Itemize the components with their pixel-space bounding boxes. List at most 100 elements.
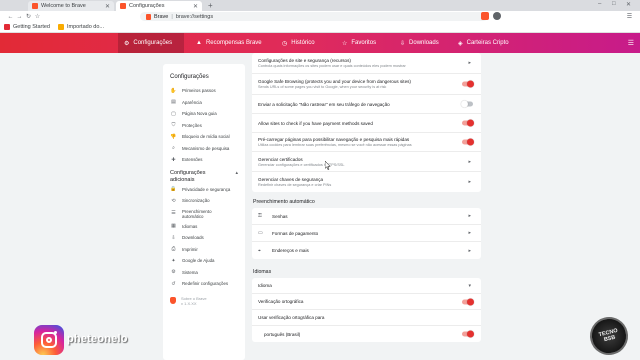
settings-row-safe-browsing[interactable]: Google Safe Browsing (protects you and y… (252, 74, 481, 95)
row-label: Idioma (258, 283, 272, 288)
shield-icon: ⛉ (171, 122, 176, 129)
settings-row-do-not-track[interactable]: Enviar a solicitação "Não rastrear" em s… (252, 95, 481, 114)
advanced-label-line1: Configurações (170, 169, 206, 176)
hamburger-menu-icon[interactable]: ☰ (628, 39, 634, 47)
brave-shields-icon[interactable] (481, 12, 489, 20)
sidebar-item-preenchimento[interactable]: ☰ Preenchimento automático (170, 207, 238, 221)
toggle-switch[interactable] (462, 119, 474, 127)
tab-welcome[interactable]: Welcome to Brave ✕ (28, 1, 114, 11)
settings-row-payment[interactable]: ▭ Formas de pagamento ▸ (252, 225, 481, 242)
search-icon: ⌕ (172, 145, 175, 152)
nav-configuracoes[interactable]: ⚙ Configurações (118, 33, 184, 53)
sidebar-item-label: Idiomas (182, 223, 198, 229)
settings-row-site-settings[interactable]: Configurações de site e segurança (recur… (252, 53, 481, 74)
nav-favoritos[interactable]: ☆ Favoritos (336, 33, 382, 53)
settings-row-spellcheck-for: Usar verificação ortográfica para (252, 310, 481, 326)
toggle-switch[interactable] (462, 138, 474, 146)
address-separator: | (171, 13, 173, 20)
sidebar-item-sincronizacao[interactable]: ⟲ Sincronização (170, 195, 238, 207)
nav-historico[interactable]: ◷ Histórico (276, 33, 321, 53)
sidebar-item-ajuda[interactable]: ✦ Google de Ajuda (170, 255, 238, 267)
close-icon[interactable]: ✕ (105, 3, 110, 10)
settings-row-security-keys[interactable]: Gerenciar chaves de segurança Redefinir … (252, 172, 481, 192)
sidebar-item-label: Sistema (182, 269, 198, 275)
toggle-knob (467, 298, 474, 305)
bookmark-icon[interactable]: ☆ (33, 13, 42, 20)
nav-recompensas[interactable]: ▲ Recompensas Brave (190, 33, 268, 53)
sidebar-item-idiomas[interactable]: ▦ Idiomas (170, 221, 238, 233)
advanced-label: Configurações adicionais (170, 170, 205, 184)
settings-row-addresses[interactable]: ⌖ Endereços e mais ▸ (252, 242, 481, 259)
privacy-card: Configurações de site e segurança (recur… (252, 53, 481, 192)
sidebar-item-pesquisa[interactable]: ⌕ Mecanismo de pesquisa (170, 143, 238, 155)
sidebar-advanced-toggle[interactable]: Configurações adicionais ▴ (170, 170, 238, 184)
row-label: Senhas (272, 213, 288, 219)
settings-row-certificates[interactable]: Gerenciar certificados Gerenciar configu… (252, 152, 481, 172)
close-window-button[interactable]: ✕ (626, 1, 631, 8)
forward-icon[interactable]: → (15, 14, 24, 20)
address-bar[interactable]: Brave | brave://settings (140, 12, 488, 21)
toggle-switch[interactable] (462, 80, 474, 88)
lock-icon: 🔒 (170, 186, 177, 193)
card-icon: ▭ (258, 230, 263, 236)
bookmark-label: Importado do... (67, 24, 104, 30)
wallet-icon: ◈ (458, 40, 463, 47)
sidebar-item-label: Downloads (182, 235, 204, 241)
sidebar-item-privacidade[interactable]: 🔒 Privacidade e segurança (170, 184, 238, 196)
toggle-switch[interactable] (462, 330, 474, 338)
back-icon[interactable]: ← (6, 14, 15, 20)
menu-icon[interactable]: ☰ (625, 13, 634, 20)
new-tab-button[interactable]: + (208, 1, 213, 11)
sidebar-item-label: Preenchimento automático (182, 209, 212, 219)
logo-lens (46, 337, 52, 343)
triangle-icon: ▲ (196, 40, 202, 46)
sidebar-item-primeiros-passos[interactable]: ✋ Primeiros passos (170, 85, 238, 97)
sidebar-item-label: Página Nova guia (182, 111, 217, 117)
system-icon: ⚙ (171, 269, 176, 276)
sidebar-item-imprimir[interactable]: ⎙ Imprimir (170, 244, 238, 256)
settings-row-payment-methods[interactable]: Allow sites to check if you have payment… (252, 114, 481, 133)
nav-downloads[interactable]: ⇩ Downloads (394, 33, 445, 53)
minimize-button[interactable]: – (598, 1, 601, 7)
sidebar-item-redefinir[interactable]: ↺ Redefinir configurações (170, 278, 238, 290)
tab-configuracoes[interactable]: Configurações ✕ (116, 1, 202, 11)
settings-favicon-icon (120, 3, 126, 9)
sidebar-about[interactable]: Sobre o Brave v 1.X.XX (170, 296, 238, 306)
tab-label: Configurações (129, 3, 165, 9)
sidebar-item-aparencia[interactable]: ▤ Aparência (170, 97, 238, 109)
sidebar-item-extensoes[interactable]: ✚ Extensões (170, 154, 238, 166)
sidebar-item-protecoes[interactable]: ⛉ Proteções (170, 120, 238, 132)
key-icon: ⚿ (258, 213, 262, 219)
settings-row-preload-pages[interactable]: Pré-carregar páginas para possibilitar n… (252, 133, 481, 152)
row-label: Configurações de site e segurança (recur… (258, 58, 351, 63)
bookmark-imported-folder[interactable]: Importado do... (58, 24, 104, 30)
settings-row-language[interactable]: Idioma ▾ (252, 278, 481, 294)
row-label: Gerenciar certificados (258, 156, 303, 162)
chevron-right-icon: ▸ (468, 213, 471, 219)
toggle-switch[interactable] (462, 298, 474, 305)
autofill-card: ⚿ Senhas ▸ ▭ Formas de pagamento ▸ ⌖ End… (252, 208, 481, 259)
sidebar-item-label: Privacidade e segurança (182, 186, 231, 192)
nav-carteiras[interactable]: ◈ Carteiras Cripto (452, 33, 515, 53)
sidebar-item-downloads[interactable]: ⇩ Downloads (170, 232, 238, 244)
bookmark-getting-started[interactable]: Getting Started (4, 24, 50, 30)
hand-icon: ✋ (170, 87, 177, 94)
close-icon[interactable]: ✕ (193, 3, 198, 10)
toggle-knob (467, 119, 474, 127)
row-label: Formas de pagamento (272, 230, 319, 236)
reload-icon[interactable]: ↻ (24, 13, 33, 20)
settings-row-portuguese[interactable]: português (Brasil) (252, 326, 481, 342)
nav-label: Histórico (291, 40, 315, 46)
settings-row-spellcheck[interactable]: Verificação ortográfica (252, 294, 481, 310)
advanced-label-line2: adicionais (170, 176, 195, 183)
sidebar-item-sistema[interactable]: ⚙ Sistema (170, 267, 238, 279)
bookmark-label: Getting Started (13, 24, 50, 30)
sidebar-item-midia-social[interactable]: 👎 Bloqueio de mídia social (170, 131, 238, 143)
tab-label: Welcome to Brave (41, 3, 86, 9)
maximize-button[interactable]: □ (612, 1, 616, 7)
row-label: português (Brasil) (264, 331, 301, 337)
sidebar-item-nova-guia[interactable]: ▢ Página Nova guia (170, 108, 238, 120)
rewards-icon[interactable] (493, 12, 501, 20)
settings-row-passwords[interactable]: ⚿ Senhas ▸ (252, 208, 481, 225)
toggle-switch[interactable] (461, 100, 473, 108)
